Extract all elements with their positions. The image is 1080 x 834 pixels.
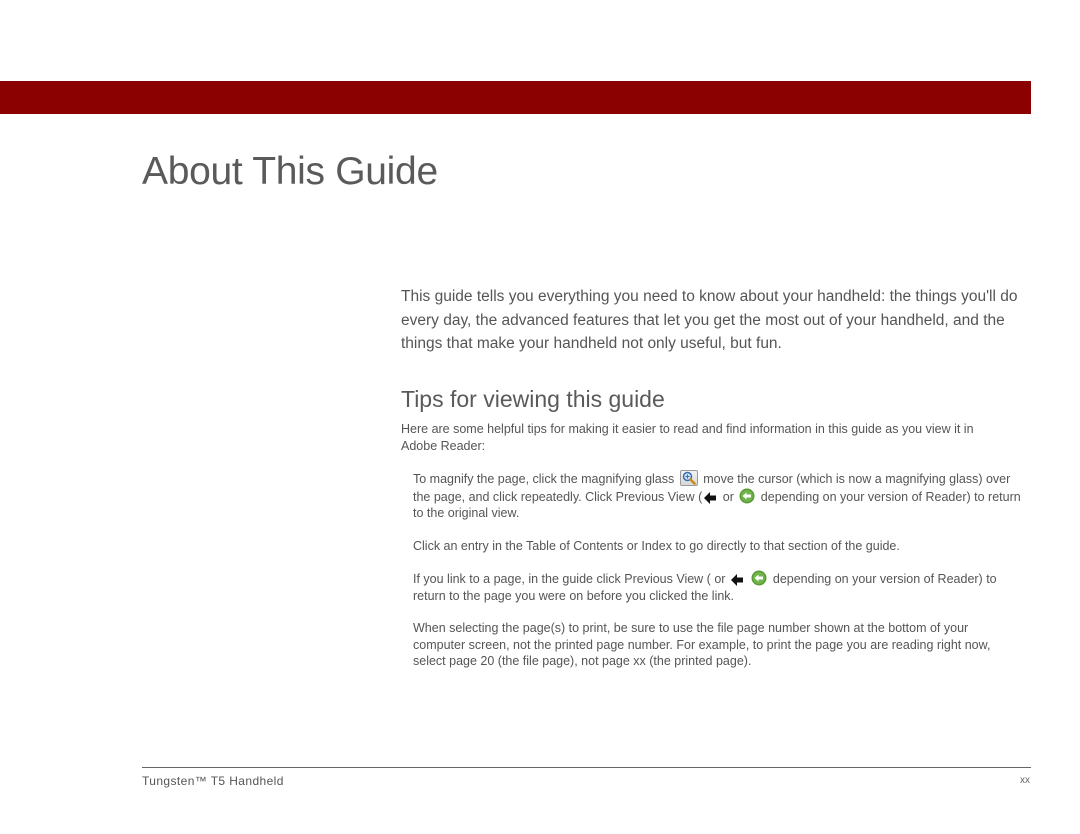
tip-item: To magnify the page, click the magnifyin… <box>413 470 1023 522</box>
tip-text: or <box>719 489 738 504</box>
back-arrow-icon <box>730 574 744 586</box>
magnifying-glass-icon <box>679 470 698 486</box>
header-bar <box>0 81 1031 114</box>
tip-text: To magnify the page, click the magnifyin… <box>413 472 678 486</box>
footer-page-number: xx <box>1020 775 1030 786</box>
tip-item: Click an entry in the Table of Contents … <box>413 538 1023 555</box>
tip-item: When selecting the page(s) to print, be … <box>413 620 1023 670</box>
tip-text: When selecting the page(s) to print, be … <box>413 621 991 668</box>
tip-text: Click an entry in the Table of Contents … <box>413 538 900 553</box>
footer-product-name: Tungsten™ T5 Handheld <box>142 774 284 788</box>
tip-text <box>746 572 749 586</box>
green-back-icon <box>739 488 755 504</box>
tip-text: If you link to a page, in the guide clic… <box>413 572 729 586</box>
green-back-icon <box>751 570 767 586</box>
tip-item: If you link to a page, in the guide clic… <box>413 570 1023 604</box>
section-heading: Tips for viewing this guide <box>401 386 665 412</box>
section-intro: Here are some helpful tips for making it… <box>401 422 974 453</box>
back-arrow-icon <box>704 491 717 504</box>
page-title: About This Guide <box>142 150 438 193</box>
tips-list: To magnify the page, click the magnifyin… <box>413 470 1023 686</box>
intro-paragraph: This guide tells you everything you need… <box>401 288 1018 352</box>
footer-divider <box>142 767 1031 768</box>
